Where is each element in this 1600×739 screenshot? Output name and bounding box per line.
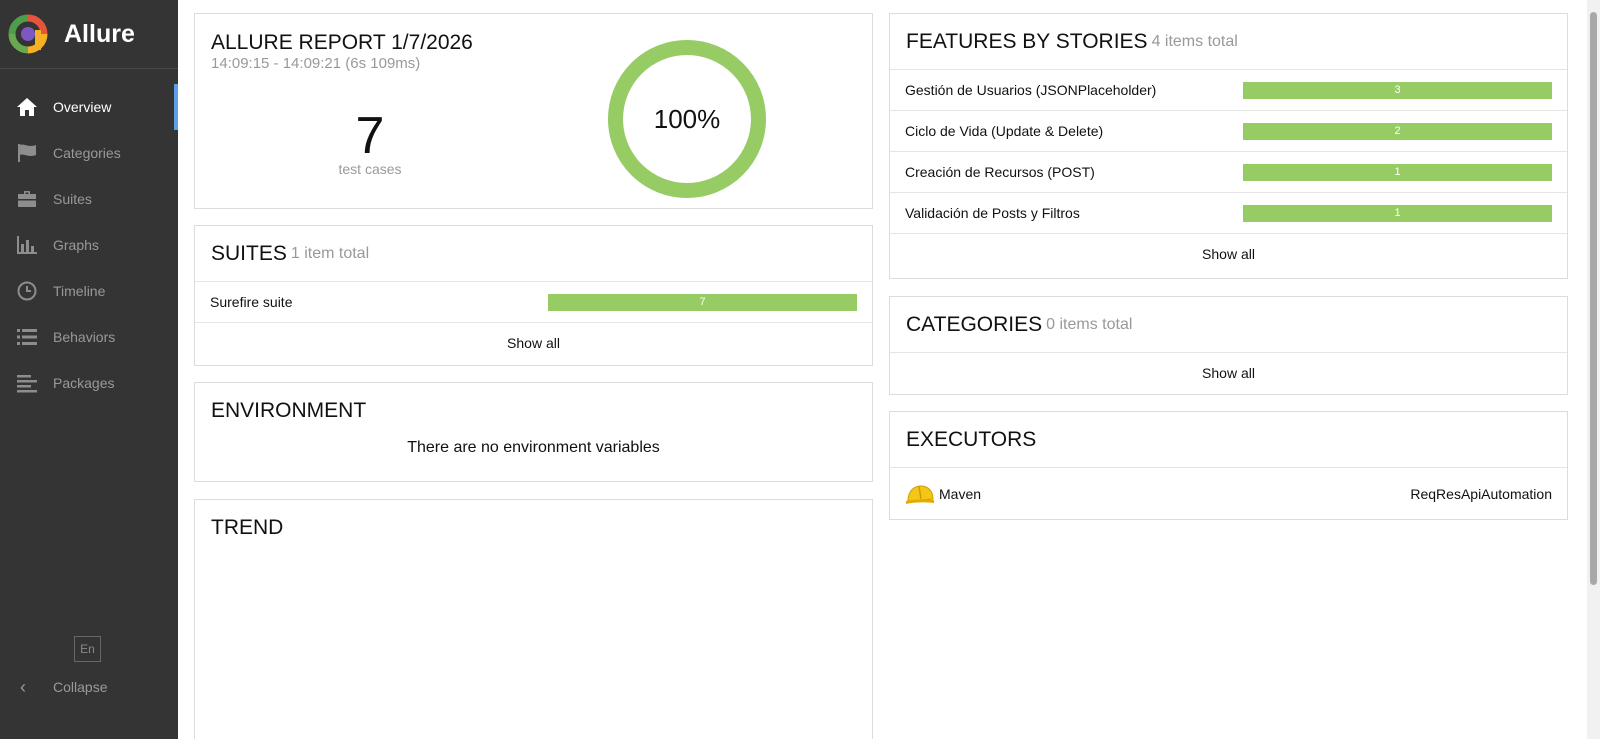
align-left-icon xyxy=(16,373,38,393)
categories-count: 0 items total xyxy=(1046,315,1133,333)
features-count: 4 items total xyxy=(1151,32,1238,50)
test-case-label: test cases xyxy=(338,161,402,177)
feature-row[interactable]: Validación de Posts y Filtros 1 xyxy=(890,193,1567,234)
environment-title: ENVIRONMENT xyxy=(211,399,367,422)
suites-count: 1 item total xyxy=(290,244,370,262)
pass-rate-percent: 100% xyxy=(653,103,721,134)
feature-bar: 1 xyxy=(1243,204,1552,222)
sidebar-item-label: Packages xyxy=(53,375,115,391)
sidebar-item-behaviors[interactable]: Behaviors xyxy=(0,314,178,360)
sidebar-item-categories[interactable]: Categories xyxy=(0,130,178,176)
sidebar-item-label: Suites xyxy=(53,191,92,207)
categories-header: CATEGORIES 0 items total xyxy=(890,297,1567,353)
sidebar-item-label: Timeline xyxy=(53,283,106,299)
suite-name: Surefire suite xyxy=(210,294,293,310)
scrollbar-thumb[interactable] xyxy=(1590,12,1597,585)
environment-widget: ENVIRONMENT There are no environment var… xyxy=(194,382,873,482)
sidebar-item-label: Graphs xyxy=(53,237,99,253)
categories-show-all-link[interactable]: Show all xyxy=(890,353,1567,393)
sidebar-item-suites[interactable]: Suites xyxy=(0,176,178,222)
feature-bar: 1 xyxy=(1243,163,1552,181)
allure-logo-icon xyxy=(8,14,48,54)
test-case-count: 7 xyxy=(355,107,385,165)
categories-title: CATEGORIES xyxy=(906,312,1043,336)
trend-title: TREND xyxy=(211,516,284,539)
executors-widget: EXECUTORS Maven ReqResApiAutomation xyxy=(889,411,1568,520)
collapse-button[interactable]: ‹ Collapse xyxy=(0,672,107,702)
hard-hat-icon xyxy=(906,485,934,504)
suites-show-all-link[interactable]: Show all xyxy=(195,323,872,363)
bar-chart-icon xyxy=(16,235,38,255)
executors-header: EXECUTORS xyxy=(890,412,1567,468)
features-title: FEATURES BY STORIES xyxy=(906,29,1148,53)
executor-name: Maven xyxy=(939,486,982,502)
sidebar-item-packages[interactable]: Packages xyxy=(0,360,178,406)
feature-row[interactable]: Creación de Recursos (POST) 1 xyxy=(890,152,1567,193)
sidebar-item-label: Overview xyxy=(53,99,112,115)
list-icon xyxy=(16,327,38,347)
feature-row[interactable]: Ciclo de Vida (Update & Delete) 2 xyxy=(890,111,1567,152)
home-icon xyxy=(16,97,38,117)
suite-row[interactable]: Surefire suite 7 xyxy=(195,282,872,323)
feature-row[interactable]: Gestión de Usuarios (JSONPlaceholder) 3 xyxy=(890,70,1567,111)
feature-bar: 3 xyxy=(1243,81,1552,99)
executor-build-name[interactable]: ReqResApiAutomation xyxy=(1410,486,1552,502)
sidebar-item-label: Categories xyxy=(53,145,121,161)
sidebar-nav: Overview Categories Suites Graphs Timeli… xyxy=(0,84,178,406)
executor-row[interactable]: Maven ReqResApiAutomation xyxy=(890,468,1567,520)
features-header: FEATURES BY STORIES 4 items total xyxy=(890,14,1567,70)
sidebar: Allure Overview Categories Suites Graphs xyxy=(0,0,178,739)
report-time-range: 14:09:15 - 14:09:21 (6s 109ms) xyxy=(211,55,421,72)
sidebar-item-overview[interactable]: Overview xyxy=(0,84,178,130)
suite-bar: 7 xyxy=(548,293,857,311)
executors-title: EXECUTORS xyxy=(906,427,1037,451)
feature-name: Gestión de Usuarios (JSONPlaceholder) xyxy=(905,82,1157,98)
environment-message: There are no environment variables xyxy=(407,439,660,456)
feature-bar: 2 xyxy=(1243,122,1552,140)
app-name: Allure xyxy=(64,19,135,48)
categories-widget: CATEGORIES 0 items total Show all xyxy=(889,296,1568,395)
brand[interactable]: Allure xyxy=(0,0,178,69)
feature-name: Creación de Recursos (POST) xyxy=(905,164,1095,180)
page-scrollbar[interactable] xyxy=(1587,0,1600,739)
flag-icon xyxy=(16,143,38,163)
report-title: ALLURE REPORT 1/7/2026 xyxy=(211,31,473,54)
features-widget: FEATURES BY STORIES 4 items total Gestió… xyxy=(889,13,1568,279)
collapse-label: Collapse xyxy=(53,679,108,695)
briefcase-icon xyxy=(16,189,38,209)
sidebar-item-graphs[interactable]: Graphs xyxy=(0,222,178,268)
feature-name: Validación de Posts y Filtros xyxy=(905,205,1080,221)
suites-header: SUITES 1 item total xyxy=(195,226,872,282)
chevron-left-icon: ‹ xyxy=(20,676,26,697)
features-show-all-link[interactable]: Show all xyxy=(890,234,1567,274)
suites-title: SUITES xyxy=(211,241,287,265)
clock-icon xyxy=(16,281,38,301)
suites-widget: SUITES 1 item total Surefire suite 7 Sho… xyxy=(194,225,873,366)
sidebar-item-label: Behaviors xyxy=(53,329,116,345)
feature-name: Ciclo de Vida (Update & Delete) xyxy=(905,123,1104,139)
sidebar-item-timeline[interactable]: Timeline xyxy=(0,268,178,314)
summary-widget: ALLURE REPORT 1/7/2026 14:09:15 - 14:09:… xyxy=(194,13,873,209)
trend-widget: TREND xyxy=(194,499,873,739)
language-selector[interactable]: En xyxy=(74,636,101,662)
